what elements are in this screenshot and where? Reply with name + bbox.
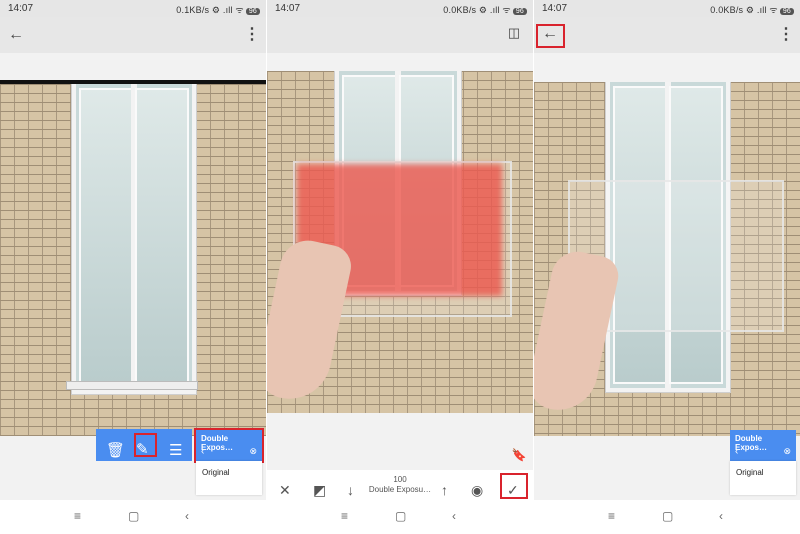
home-icon[interactable]: ▢: [662, 509, 673, 523]
highlight-edit: [134, 433, 157, 457]
screen-layers: 14:07 0.1KB/s ⚙ .ıll ᯤ 96 ← ⋮ 🗑 ✎ ☰ Doubl…: [0, 0, 266, 534]
bookmark-button[interactable]: 🔖: [508, 444, 530, 466]
original-card[interactable]: Original: [196, 461, 262, 495]
invert-icon: ◩: [313, 482, 327, 498]
more-vert-icon: ⋮: [244, 26, 260, 43]
photo: [0, 84, 266, 436]
highlight-back: [536, 24, 565, 48]
compare-button[interactable]: ◫: [503, 22, 525, 44]
screen-result: 14:07 0.0KB/s ⚙ .ıll ᯤ 96 ← ⋮ Double Expo…: [534, 0, 800, 534]
nav-back-icon[interactable]: ‹: [452, 509, 456, 523]
screen-mask-edit: 14:07 0.0KB/s ⚙ .ıll ᯤ 96 ◫ 🔖 ✕ ◩ ↓ 100 D…: [267, 0, 533, 534]
mask-value: 100 Double Exposu…: [368, 475, 432, 494]
status-bar: 14:07 0.0KB/s ⚙ .ıll ᯤ 96: [267, 0, 533, 17]
status-indicators: 0.1KB/s ⚙ .ıll ᯤ 96: [176, 3, 260, 16]
app-bar: ← ⋮: [534, 17, 800, 53]
bookmark-icon: 🔖: [511, 448, 527, 462]
system-nav-bar: ≡ ▢ ‹: [534, 500, 800, 534]
photo: [534, 82, 800, 436]
layer-card[interactable]: Double Expos… ‹ ⊗: [730, 430, 796, 461]
status-time: 14:07: [542, 3, 568, 14]
more-options-button[interactable]: ⋮: [241, 24, 263, 46]
eye-icon: ◉: [471, 482, 484, 498]
arrow-down-icon: ↓: [347, 482, 354, 498]
highlight-apply: [500, 473, 528, 499]
original-card[interactable]: Original: [730, 461, 796, 495]
menu-icon[interactable]: ≡: [341, 509, 348, 523]
battery-icon: 96: [512, 8, 527, 15]
system-nav-bar: ≡ ▢ ‹: [0, 500, 266, 534]
back-button[interactable]: ←: [5, 24, 27, 46]
nav-back-icon[interactable]: ‹: [719, 509, 723, 523]
brush-icon: ⊗: [783, 446, 791, 456]
battery-icon: 96: [245, 8, 260, 15]
close-icon: ✕: [279, 482, 291, 498]
tune-icon: ☰: [169, 442, 183, 459]
app-bar: ◫: [267, 17, 533, 53]
photo: [267, 71, 533, 413]
highlight-layer-card: [194, 428, 264, 463]
status-time: 14:07: [8, 3, 34, 14]
system-nav-bar: ≡ ▢ ‹: [267, 500, 533, 534]
status-indicators: 0.0KB/s ⚙ .ıll ᯤ 96: [710, 3, 794, 16]
photo-window: [72, 84, 196, 394]
battery-icon: 96: [779, 8, 794, 15]
compare-icon: ◫: [507, 25, 521, 40]
trash-icon: 🗑: [106, 442, 126, 459]
status-indicators: 0.0KB/s ⚙ .ıll ᯤ 96: [443, 3, 527, 16]
arrow-left-icon: ←: [8, 26, 24, 43]
status-bar: 14:07 0.1KB/s ⚙ .ıll ᯤ 96: [0, 0, 266, 17]
status-time: 14:07: [275, 3, 301, 14]
more-vert-icon: ⋮: [778, 26, 794, 43]
more-options-button[interactable]: ⋮: [775, 24, 797, 46]
status-bar: 14:07 0.0KB/s ⚙ .ıll ᯤ 96: [534, 0, 800, 17]
arrow-up-icon: ↑: [441, 482, 448, 498]
mask-bottom-bar: ✕ ◩ ↓ 100 Double Exposu… ↑ ◉ ✓: [267, 470, 533, 500]
menu-icon[interactable]: ≡: [74, 509, 81, 523]
nav-back-icon[interactable]: ‹: [185, 509, 189, 523]
home-icon[interactable]: ▢: [395, 509, 406, 523]
menu-icon[interactable]: ≡: [608, 509, 615, 523]
home-icon[interactable]: ▢: [128, 509, 139, 523]
chevron-left-icon: ‹: [735, 446, 739, 457]
app-bar: ← ⋮: [0, 17, 266, 53]
